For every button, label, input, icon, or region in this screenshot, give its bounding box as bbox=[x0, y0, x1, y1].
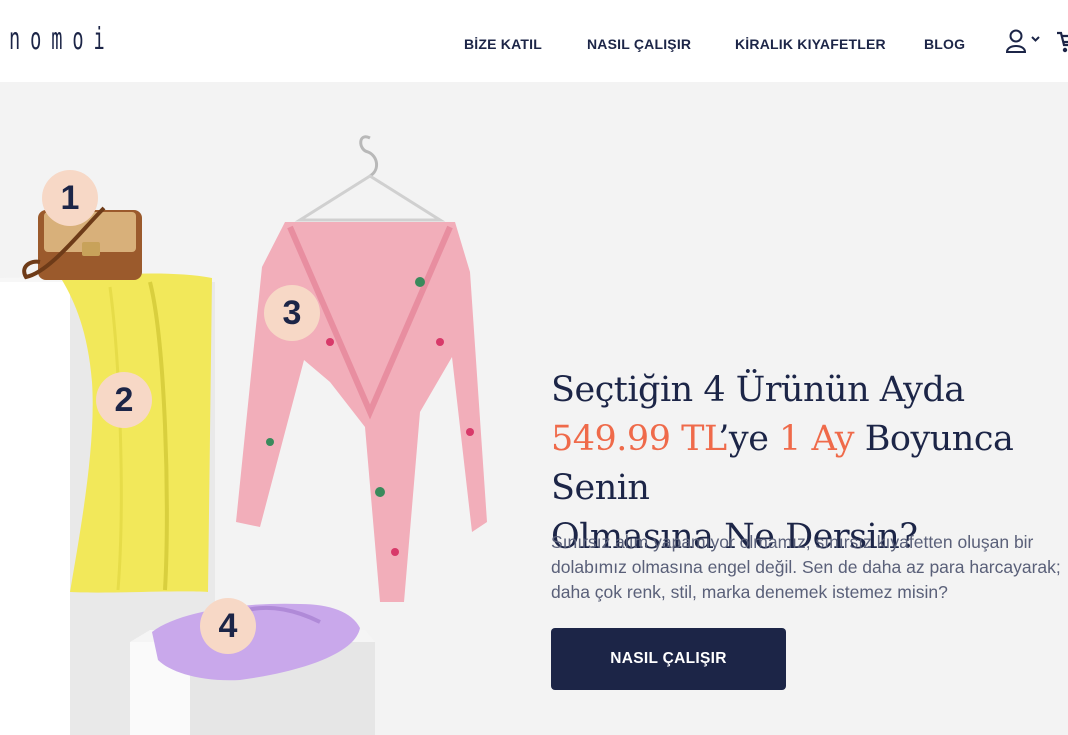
user-icon bbox=[1005, 29, 1027, 53]
description-line: dolabımız olmasına engel değil. Sen de d… bbox=[551, 557, 1061, 577]
cart-button[interactable] bbox=[1056, 29, 1068, 55]
nav-join[interactable]: BİZE KATIL bbox=[464, 36, 542, 52]
hero-section: 1 2 3 4 Seçtiğin 4 Ürünün Ayda 549.99 TL… bbox=[0, 82, 1068, 735]
cart-icon bbox=[1057, 31, 1068, 53]
chevron-down-icon bbox=[1031, 36, 1040, 42]
hanger-icon bbox=[294, 135, 446, 222]
brand-logo[interactable]: nomoi bbox=[9, 22, 115, 57]
nav-rental-clothes[interactable]: KİRALIK KIYAFETLER bbox=[735, 36, 886, 52]
how-it-works-button[interactable]: NASIL ÇALIŞIR bbox=[551, 628, 786, 690]
nav-blog[interactable]: BLOG bbox=[924, 36, 965, 52]
user-menu-button[interactable] bbox=[1005, 28, 1045, 56]
item-badge-4: 4 bbox=[200, 598, 256, 654]
site-header: nomoi BİZE KATIL NASIL ÇALIŞIR KİRALIK K… bbox=[0, 0, 1068, 82]
pink-blouse bbox=[236, 222, 487, 602]
description-line: daha çok renk, stil, marka denemek istem… bbox=[551, 582, 948, 602]
item-badge-1: 1 bbox=[42, 170, 98, 226]
duration-highlight: 1 Ay bbox=[779, 419, 855, 459]
item-badge-2: 2 bbox=[96, 372, 152, 428]
hero-illustration: 1 2 3 4 bbox=[0, 82, 520, 735]
price-suffix: ’ye bbox=[718, 419, 780, 459]
hero-description: Sınırsız alım yapamıyor olmamız, sınırsı… bbox=[551, 530, 1068, 605]
nav-how-it-works[interactable]: NASIL ÇALIŞIR bbox=[587, 36, 691, 52]
item-badge-3: 3 bbox=[264, 285, 320, 341]
headline-line-1: Seçtiğin 4 Ürünün Ayda bbox=[551, 370, 965, 410]
description-line: Sınırsız alım yapamıyor olmamız, sınırsı… bbox=[551, 532, 1034, 552]
price-highlight: 549.99 TL bbox=[551, 419, 719, 459]
headline-line-2: 549.99 TL’ye 1 Ay Boyunca Senin bbox=[551, 415, 1068, 513]
